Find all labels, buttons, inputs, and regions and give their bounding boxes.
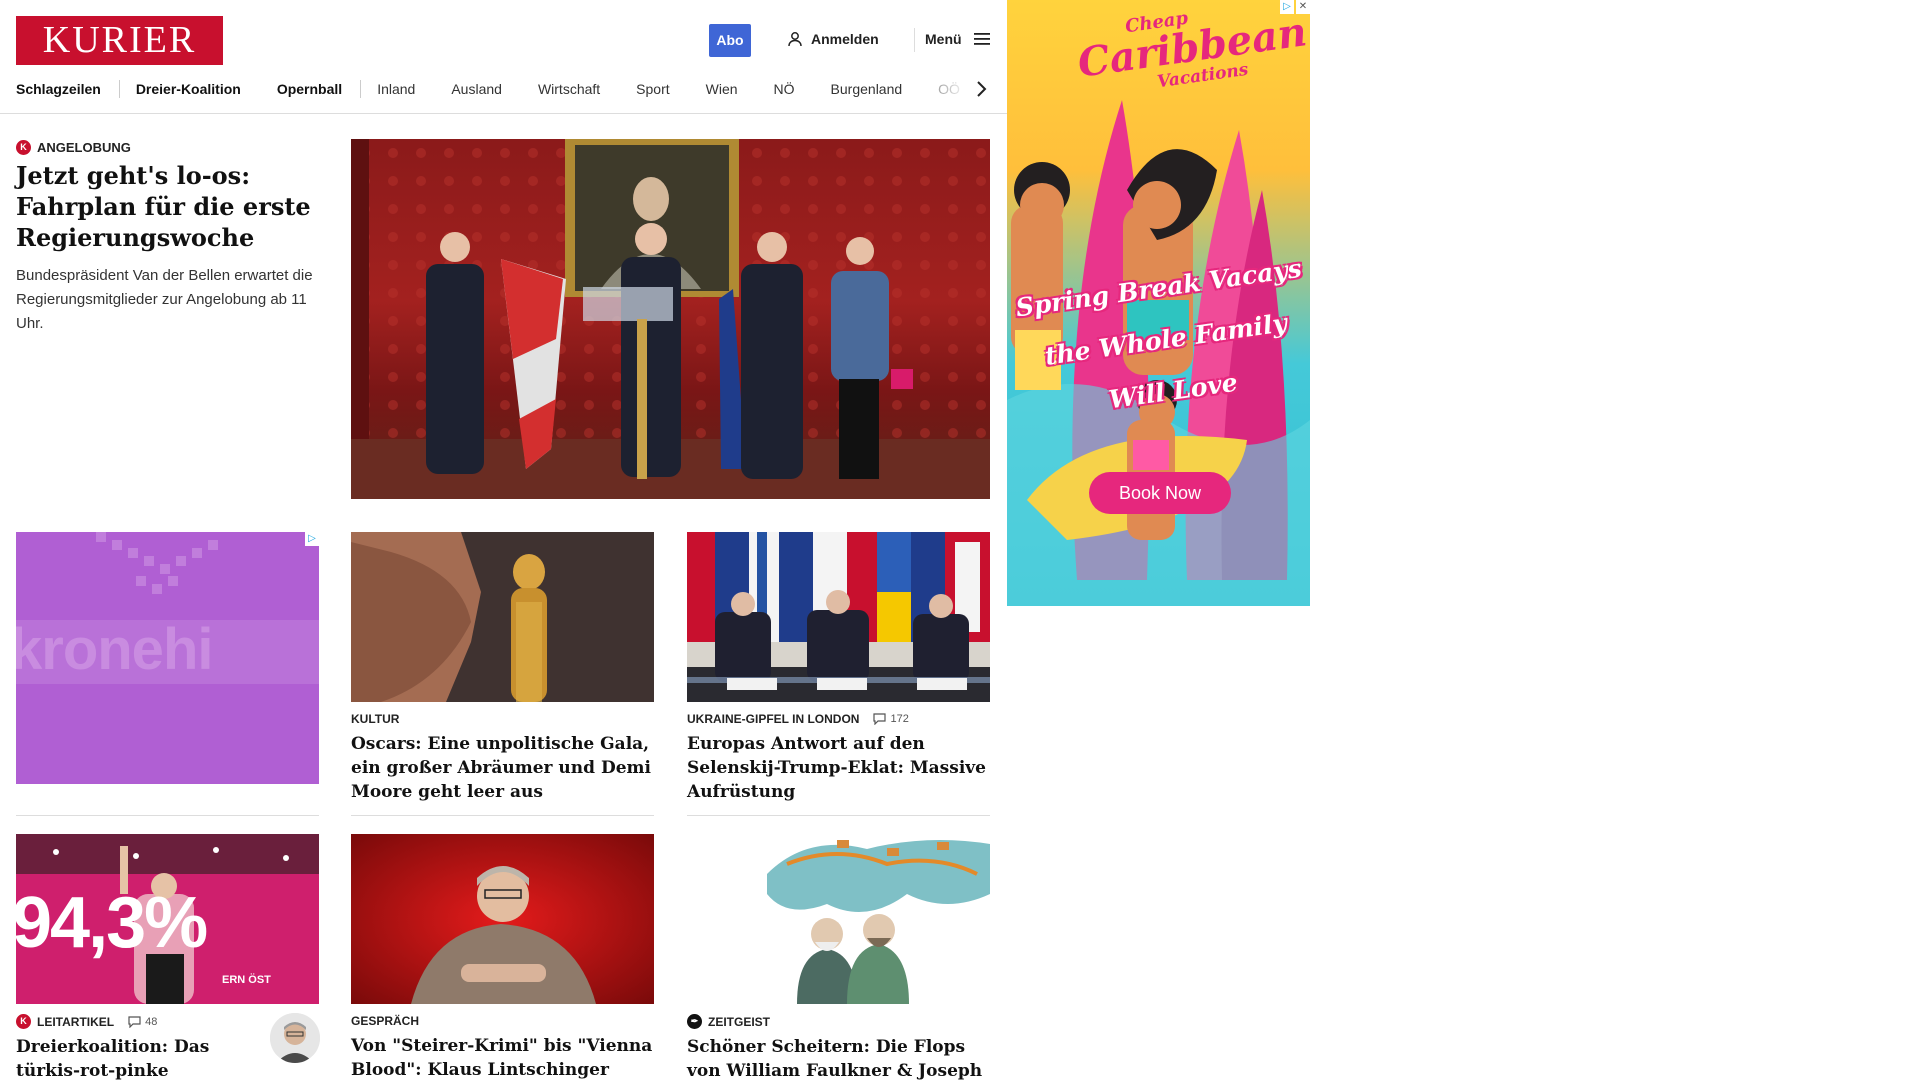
image-percentage: 94,3% — [16, 883, 208, 963]
ad-small-text: kronehi — [16, 617, 213, 682]
lead-image[interactable] — [351, 139, 990, 499]
user-icon — [788, 32, 802, 47]
divider — [351, 815, 654, 816]
nav-item-ausland[interactable]: Ausland — [451, 81, 502, 97]
comment-count[interactable]: 48 — [128, 1016, 157, 1028]
card-kicker: UKRAINE-GIPFEL IN LONDON — [687, 712, 860, 726]
nav-item-noe[interactable]: NÖ — [774, 81, 795, 97]
card-kicker-label: LEITARTIKEL — [37, 1014, 115, 1029]
nav-item-wirtschaft[interactable]: Wirtschaft — [538, 81, 600, 97]
menu-label: Menü — [925, 31, 962, 47]
main-navigation: Schlagzeilen Dreier-Koalition Opernball … — [16, 80, 996, 98]
adchoices-icon[interactable]: ▷ — [1280, 0, 1294, 14]
site-header: KURIER Abo Anmelden Menü Schlagzeilen Dr… — [0, 0, 1007, 114]
menu-button[interactable]: Menü — [925, 31, 990, 47]
author-portrait — [270, 1013, 320, 1063]
header-divider — [914, 28, 915, 52]
card-headline[interactable]: Dreierkoalition: Das türkis-rot-pinke Ab… — [16, 1035, 256, 1080]
article-image — [687, 532, 990, 702]
lead-image-art — [351, 139, 990, 499]
sponsored-ad-krone[interactable]: kronehi ▷ — [16, 532, 319, 784]
article-card[interactable]: KULTUR Oscars: Eine unpolitische Gala, e… — [351, 532, 654, 816]
nav-item-inland[interactable]: Inland — [377, 81, 415, 97]
adchoices-icon[interactable]: ▷ — [305, 532, 319, 546]
comment-icon — [128, 1015, 141, 1028]
lead-teaser: Bundespräsident Van der Bellen erwartet … — [16, 267, 313, 332]
nav-item-wien[interactable]: Wien — [706, 81, 738, 97]
sponsored-ad-caribbean[interactable]: Cheap Caribbean Vacations Spring Break V… — [1007, 0, 1310, 606]
divider — [16, 815, 319, 816]
article-image — [687, 834, 990, 1004]
nav-item-sport[interactable]: Sport — [636, 81, 669, 97]
comment-icon — [873, 713, 887, 725]
card-kicker: ✒ ZEITGEIST — [687, 1014, 770, 1029]
card-kicker: KULTUR — [351, 712, 400, 726]
nav-divider — [118, 80, 120, 98]
comment-count-value: 172 — [890, 713, 909, 725]
nav-divider — [360, 80, 362, 98]
lead-headline[interactable]: Jetzt geht's lo-os: Fahrplan für die ers… — [16, 160, 316, 253]
feather-icon: ✒ — [687, 1014, 702, 1029]
close-icon[interactable]: ✕ — [1296, 0, 1310, 14]
portrait-image-art — [351, 834, 654, 1004]
article-image — [351, 834, 654, 1004]
book-now-button[interactable]: Book Now — [1089, 472, 1231, 514]
hamburger-icon — [973, 33, 990, 45]
nav-item-dreier-koalition[interactable]: Dreier-Koalition — [136, 81, 241, 97]
card-headline[interactable]: Europas Antwort auf den Selenskij-Trump-… — [687, 732, 990, 804]
summit-image-art — [687, 532, 990, 702]
article-image: 94,3% ERN ÖST — [16, 834, 319, 1004]
kurier-plus-icon: K — [16, 1014, 31, 1029]
abo-button[interactable]: Abo — [709, 24, 751, 57]
login-button[interactable]: Anmelden — [787, 31, 879, 47]
illustration-image-art — [687, 834, 990, 1004]
article-card[interactable]: UKRAINE-GIPFEL IN LONDON 172 Europas Ant… — [687, 532, 990, 816]
card-headline[interactable]: Von "Steirer-Krimi" bis "Vienna Blood": … — [351, 1034, 654, 1080]
kurier-plus-icon: K — [16, 140, 31, 155]
card-headline[interactable]: Oscars: Eine unpolitische Gala, ein groß… — [351, 732, 654, 804]
lead-kicker-label: ANGELOBUNG — [37, 140, 131, 155]
card-headline[interactable]: Schöner Scheitern: Die Flops von William… — [687, 1035, 990, 1080]
divider — [687, 815, 990, 816]
card-kicker: GESPRÄCH — [351, 1014, 420, 1028]
card-kicker: K LEITARTIKEL — [16, 1014, 114, 1029]
kurier-logo[interactable]: KURIER — [16, 16, 223, 65]
comment-count-value: 48 — [145, 1015, 158, 1028]
article-card[interactable]: GESPRÄCH Von "Steirer-Krimi" bis "Vienna… — [351, 834, 654, 1080]
image-banner-text: ERN ÖST — [222, 974, 271, 986]
lead-kicker: K ANGELOBUNG — [16, 140, 131, 155]
nav-item-opernball[interactable]: Opernball — [277, 81, 342, 97]
author-avatar[interactable] — [270, 1013, 320, 1063]
oscar-image-art — [351, 532, 654, 702]
comment-count[interactable]: 172 — [873, 713, 909, 725]
article-card[interactable]: ✒ ZEITGEIST Schöner Scheitern: Die Flops… — [687, 834, 990, 1080]
nav-item-burgenland[interactable]: Burgenland — [831, 81, 903, 97]
chevron-right-icon[interactable] — [975, 80, 987, 98]
nav-fade — [940, 78, 980, 102]
nav-item-schlagzeilen[interactable]: Schlagzeilen — [16, 81, 101, 97]
card-kicker-label: ZEITGEIST — [708, 1014, 771, 1029]
login-label: Anmelden — [811, 31, 879, 47]
article-image — [351, 532, 654, 702]
